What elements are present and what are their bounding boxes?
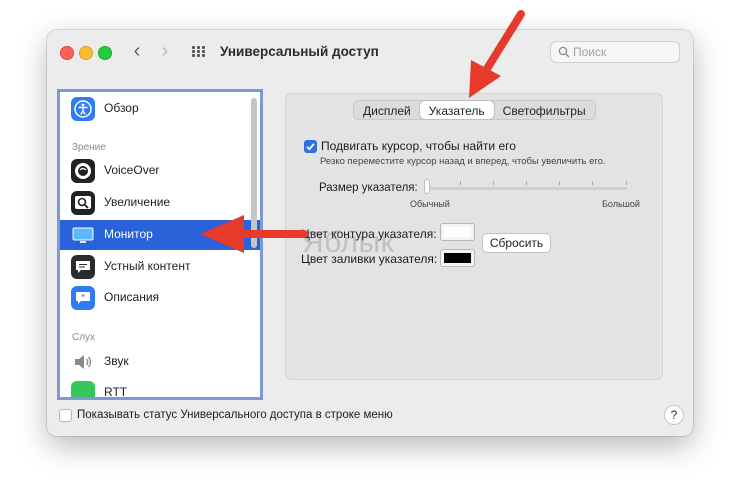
- sidebar-item-label: Устный контент: [104, 259, 191, 273]
- sidebar-item-descriptions[interactable]: ” Описания: [60, 283, 250, 313]
- show-all-grid-icon[interactable]: [192, 46, 206, 58]
- pointer-fill-color-label: Цвет заливки указателя:: [301, 252, 438, 266]
- slider-tick: [493, 181, 494, 185]
- pointer-size-slider-knob[interactable]: [424, 179, 430, 194]
- minimize-button[interactable]: [79, 46, 93, 60]
- sidebar-item-overview[interactable]: Обзор: [60, 94, 250, 124]
- forward-button[interactable]: ›: [155, 41, 175, 63]
- speaker-icon: [71, 350, 95, 374]
- sidebar-item-label: VoiceOver: [104, 163, 160, 177]
- sidebar-item-label: Описания: [104, 290, 160, 304]
- slider-tick: [626, 181, 627, 185]
- search-field[interactable]: [550, 41, 680, 63]
- slider-tick: [526, 181, 527, 185]
- slider-tick: [460, 181, 461, 185]
- display-icon: [71, 223, 95, 247]
- section-header-vision: Зрение: [72, 142, 106, 153]
- close-button[interactable]: [60, 46, 74, 60]
- sidebar-item-label: Монитор: [104, 227, 153, 241]
- shake-to-locate-checkbox[interactable]: [304, 140, 317, 153]
- checkmark-icon: [306, 143, 315, 151]
- annotation-arrow-tabs: [469, 10, 525, 98]
- pointer-size-label: Размер указателя:: [319, 182, 418, 194]
- pointer-size-max-label: Большой: [602, 199, 640, 209]
- sidebar-item-label: Обзор: [104, 101, 139, 115]
- descriptions-icon: ”: [71, 286, 95, 310]
- section-header-hearing: Слух: [72, 332, 96, 343]
- search-icon: [558, 46, 570, 58]
- shake-to-locate-hint: Резко переместите курсор назад и вперед,…: [320, 156, 606, 167]
- svg-text:”: ”: [81, 294, 86, 302]
- pointer-outline-color-well[interactable]: [440, 223, 475, 241]
- sidebar-item-label: Увеличение: [104, 195, 171, 209]
- zoom-icon: [71, 191, 95, 215]
- sidebar-item-label: Звук: [104, 354, 129, 368]
- sidebar-item-rtt[interactable]: RTT: [60, 378, 250, 399]
- pointer-fill-color-well[interactable]: [440, 249, 475, 267]
- voiceover-icon: [71, 159, 95, 183]
- zoom-button[interactable]: [98, 46, 112, 60]
- shake-to-locate-label: Подвигать курсор, чтобы найти его: [321, 139, 516, 153]
- title-bar: ‹ › Универсальный доступ: [47, 30, 693, 74]
- sidebar-item-audio[interactable]: Звук: [60, 347, 250, 377]
- pointer-size-slider-track[interactable]: [427, 187, 627, 190]
- tab-display[interactable]: Дисплей: [354, 101, 420, 119]
- sidebar-item-voiceover[interactable]: VoiceOver: [60, 156, 250, 186]
- annotation-arrow-monitor: [200, 215, 308, 253]
- window-title: Универсальный доступ: [220, 44, 379, 59]
- search-input[interactable]: [573, 44, 673, 60]
- slider-tick: [592, 181, 593, 185]
- back-button[interactable]: ‹: [127, 41, 147, 63]
- show-status-in-menu-bar-checkbox[interactable]: [59, 409, 72, 422]
- speech-bubble-icon: [71, 255, 95, 279]
- pointer-size-min-label: Обычный: [410, 199, 450, 209]
- show-status-in-menu-bar-label: Показывать статус Универсального доступа…: [77, 409, 393, 421]
- fill-color-swatch: [444, 253, 471, 263]
- pointer-outline-color-label: Цвет контура указателя:: [301, 227, 437, 241]
- outline-color-swatch: [444, 227, 471, 237]
- preferences-window: ‹ › Универсальный доступ Обзор Зрение: [47, 30, 693, 436]
- reset-button[interactable]: Сбросить: [482, 233, 551, 253]
- help-button[interactable]: ?: [664, 405, 684, 425]
- sidebar-item-label: RTT: [104, 385, 128, 399]
- accessibility-icon: [71, 97, 95, 121]
- slider-tick: [559, 181, 560, 185]
- rtt-icon: [71, 381, 95, 397]
